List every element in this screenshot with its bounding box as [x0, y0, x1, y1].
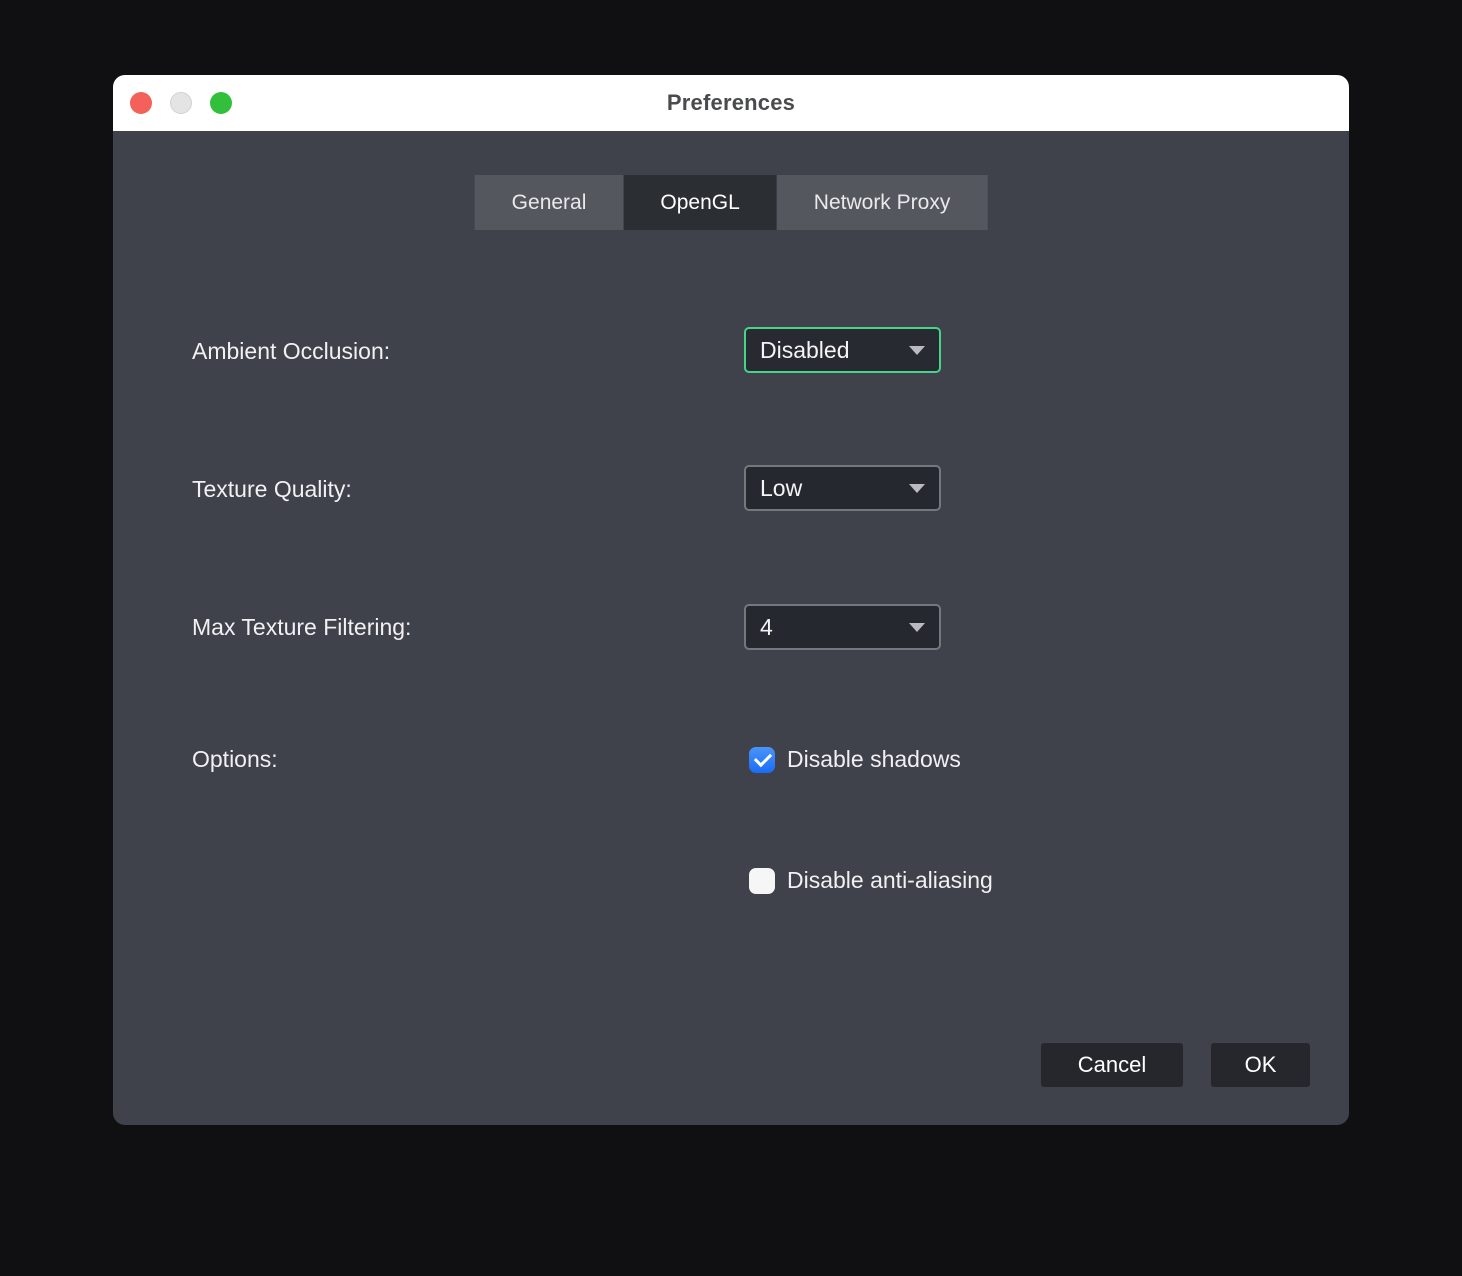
disable-shadows-checkbox[interactable]: [749, 747, 775, 773]
disable-shadows-row: Disable shadows: [749, 746, 961, 773]
window-title: Preferences: [667, 90, 795, 116]
texture-quality-label: Texture Quality:: [192, 475, 352, 503]
traffic-lights: [130, 92, 232, 114]
cancel-button[interactable]: Cancel: [1041, 1043, 1183, 1087]
titlebar: Preferences: [113, 75, 1349, 131]
preferences-window: Preferences General OpenGL Network Proxy…: [113, 75, 1349, 1125]
tab-general[interactable]: General: [475, 175, 624, 230]
chevron-down-icon: [909, 484, 925, 493]
fullscreen-window-icon[interactable]: [210, 92, 232, 114]
max-texture-filtering-dropdown[interactable]: 4: [744, 604, 941, 650]
ok-button[interactable]: OK: [1211, 1043, 1310, 1087]
options-label: Options:: [192, 745, 278, 773]
max-texture-filtering-value: 4: [760, 614, 909, 641]
close-window-icon[interactable]: [130, 92, 152, 114]
tab-opengl[interactable]: OpenGL: [623, 175, 776, 230]
ambient-occlusion-value: Disabled: [760, 337, 909, 364]
chevron-down-icon: [909, 623, 925, 632]
chevron-down-icon: [909, 346, 925, 355]
ambient-occlusion-dropdown[interactable]: Disabled: [744, 327, 941, 373]
texture-quality-value: Low: [760, 475, 909, 502]
disable-shadows-label: Disable shadows: [787, 746, 961, 773]
disable-anti-aliasing-label: Disable anti-aliasing: [787, 867, 993, 894]
ambient-occlusion-label: Ambient Occlusion:: [192, 337, 390, 365]
texture-quality-dropdown[interactable]: Low: [744, 465, 941, 511]
max-texture-filtering-label: Max Texture Filtering:: [192, 613, 411, 641]
minimize-window-icon[interactable]: [170, 92, 192, 114]
disable-anti-aliasing-checkbox[interactable]: [749, 868, 775, 894]
disable-anti-aliasing-row: Disable anti-aliasing: [749, 867, 993, 894]
tab-bar: General OpenGL Network Proxy: [475, 175, 988, 230]
tab-network-proxy[interactable]: Network Proxy: [777, 175, 988, 230]
